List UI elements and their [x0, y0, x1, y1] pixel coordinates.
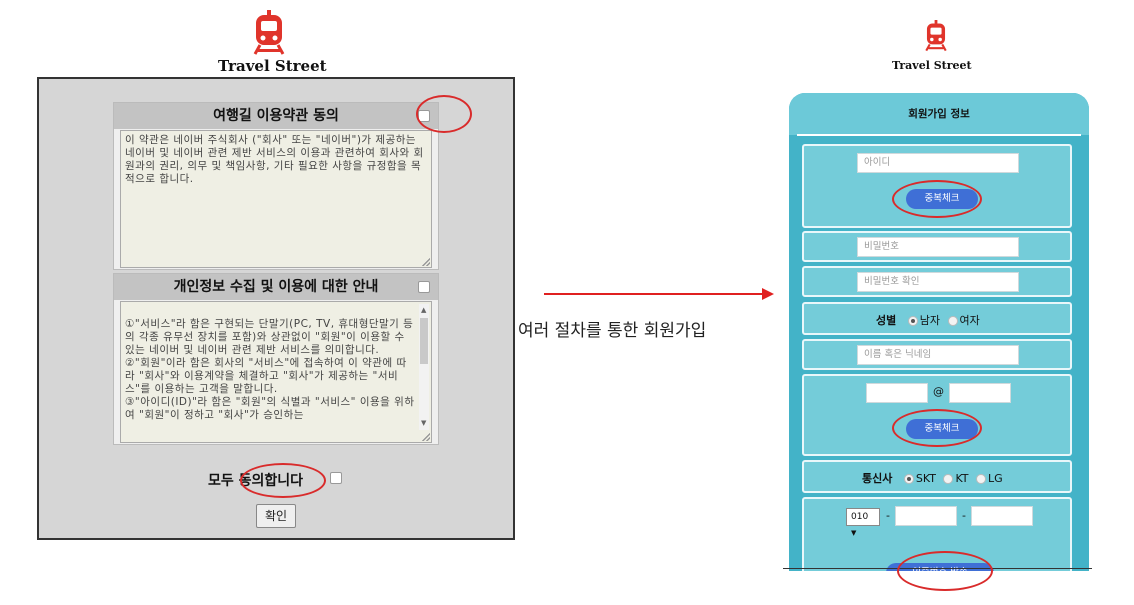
- id-input[interactable]: 아이디: [857, 153, 1019, 173]
- annotation-ellipse-agree-all: [240, 463, 326, 498]
- terms-text: 이 약관은 네이버 주식회사 ("회사" 또는 "네이버")가 제공하는 네이버…: [125, 134, 424, 185]
- privacy-scrollbar[interactable]: ▲ ▼: [419, 304, 429, 430]
- caption-text: 여러 절차를 통한 회원가입: [518, 321, 707, 341]
- phone-middle-input[interactable]: [895, 506, 957, 526]
- terms-textarea[interactable]: 이 약관은 네이버 주식회사 ("회사" 또는 "네이버")가 제공하는 네이버…: [120, 130, 432, 268]
- email-local-input[interactable]: [866, 383, 928, 403]
- arrow-right-icon: [762, 288, 774, 300]
- gender-male-label: 남자: [919, 314, 940, 327]
- privacy-section: 개인정보 수집 및 이용에 대한 안내 ①"서비스"라 함은 구현되는 단말기(…: [113, 273, 439, 445]
- brand-name: Travel Street: [218, 57, 327, 75]
- train-logo-icon: [252, 10, 286, 60]
- password-confirm-section: 비밀번호 확인: [802, 266, 1072, 297]
- password-input[interactable]: 비밀번호: [857, 237, 1019, 257]
- password-section: 비밀번호: [802, 231, 1072, 262]
- brand-name: Travel Street: [892, 59, 972, 72]
- gender-label: 성별: [876, 314, 897, 327]
- name-input[interactable]: 이름 혹은 닉네임: [857, 345, 1019, 365]
- gender-section: 성별 남자 여자: [802, 302, 1072, 335]
- carrier-lg-radio[interactable]: [976, 474, 987, 484]
- signup-form-screen: 회원가입 정보 아이디 중복체크 비밀번호 비밀번호 확인 성별 남자 여자 이…: [789, 93, 1089, 571]
- carrier-skt-radio[interactable]: [903, 474, 914, 484]
- form-header-title: 회원가입 정보: [789, 93, 1089, 135]
- phone-dash: -: [962, 509, 966, 522]
- scrollbar-thumb[interactable]: [420, 318, 428, 364]
- privacy-agree-checkbox[interactable]: [418, 281, 430, 293]
- password-confirm-input[interactable]: 비밀번호 확인: [857, 272, 1019, 292]
- privacy-text: ①"서비스"라 함은 구현되는 단말기(PC, TV, 휴대형단말기 등의 각종…: [125, 318, 415, 421]
- carrier-skt-label: SKT: [915, 472, 936, 485]
- email-domain-input[interactable]: [949, 383, 1011, 403]
- gender-male-radio[interactable]: [907, 316, 918, 326]
- gender-female-radio[interactable]: [947, 316, 958, 326]
- annotation-ellipse-terms-checkbox: [416, 95, 472, 133]
- agree-all-checkbox[interactable]: [330, 472, 342, 484]
- header-divider: [797, 134, 1081, 136]
- gender-row: 성별 남자 여자: [876, 312, 980, 328]
- carrier-section: 통신사 SKT KT LG: [802, 460, 1072, 493]
- scroll-up-icon[interactable]: ▲: [419, 304, 429, 317]
- privacy-title: 개인정보 수집 및 이용에 대한 안내: [173, 279, 379, 295]
- terms-title: 여행길 이용약관 동의: [213, 108, 339, 124]
- flow-arrow-line: [544, 293, 766, 295]
- train-logo-icon: [924, 20, 948, 56]
- phone-prefix-select[interactable]: 010 ▼: [846, 508, 880, 537]
- scroll-down-icon[interactable]: ▼: [419, 417, 429, 430]
- resize-handle-icon[interactable]: [422, 433, 430, 441]
- annotation-ellipse-email-dup-check: [892, 409, 982, 447]
- privacy-header: 개인정보 수집 및 이용에 대한 안내: [114, 274, 438, 300]
- privacy-textarea[interactable]: ①"서비스"라 함은 구현되는 단말기(PC, TV, 휴대형단말기 등의 각종…: [120, 301, 432, 443]
- carrier-kt-label: KT: [955, 472, 969, 485]
- carrier-lg-label: LG: [988, 472, 1003, 485]
- carrier-label: 통신사: [862, 472, 893, 485]
- phone-dash: -: [886, 509, 890, 522]
- chevron-down-icon: ▼: [851, 529, 857, 537]
- terms-header: 여행길 이용약관 동의: [114, 103, 438, 129]
- confirm-button[interactable]: 확인: [256, 504, 296, 528]
- carrier-row: 통신사 SKT KT LG: [862, 470, 1003, 486]
- email-at-sign: @: [933, 385, 944, 398]
- gender-female-label: 여자: [959, 314, 980, 327]
- phone-prefix-value: 010: [851, 512, 869, 522]
- name-section: 이름 혹은 닉네임: [802, 339, 1072, 370]
- terms-section: 여행길 이용약관 동의 이 약관은 네이버 주식회사 ("회사" 또는 "네이버…: [113, 102, 439, 270]
- carrier-kt-radio[interactable]: [943, 474, 954, 484]
- resize-handle-icon[interactable]: [422, 258, 430, 266]
- annotation-ellipse-id-dup-check: [892, 180, 982, 218]
- annotation-ellipse-send-code: [897, 551, 993, 591]
- phone-last-input[interactable]: [971, 506, 1033, 526]
